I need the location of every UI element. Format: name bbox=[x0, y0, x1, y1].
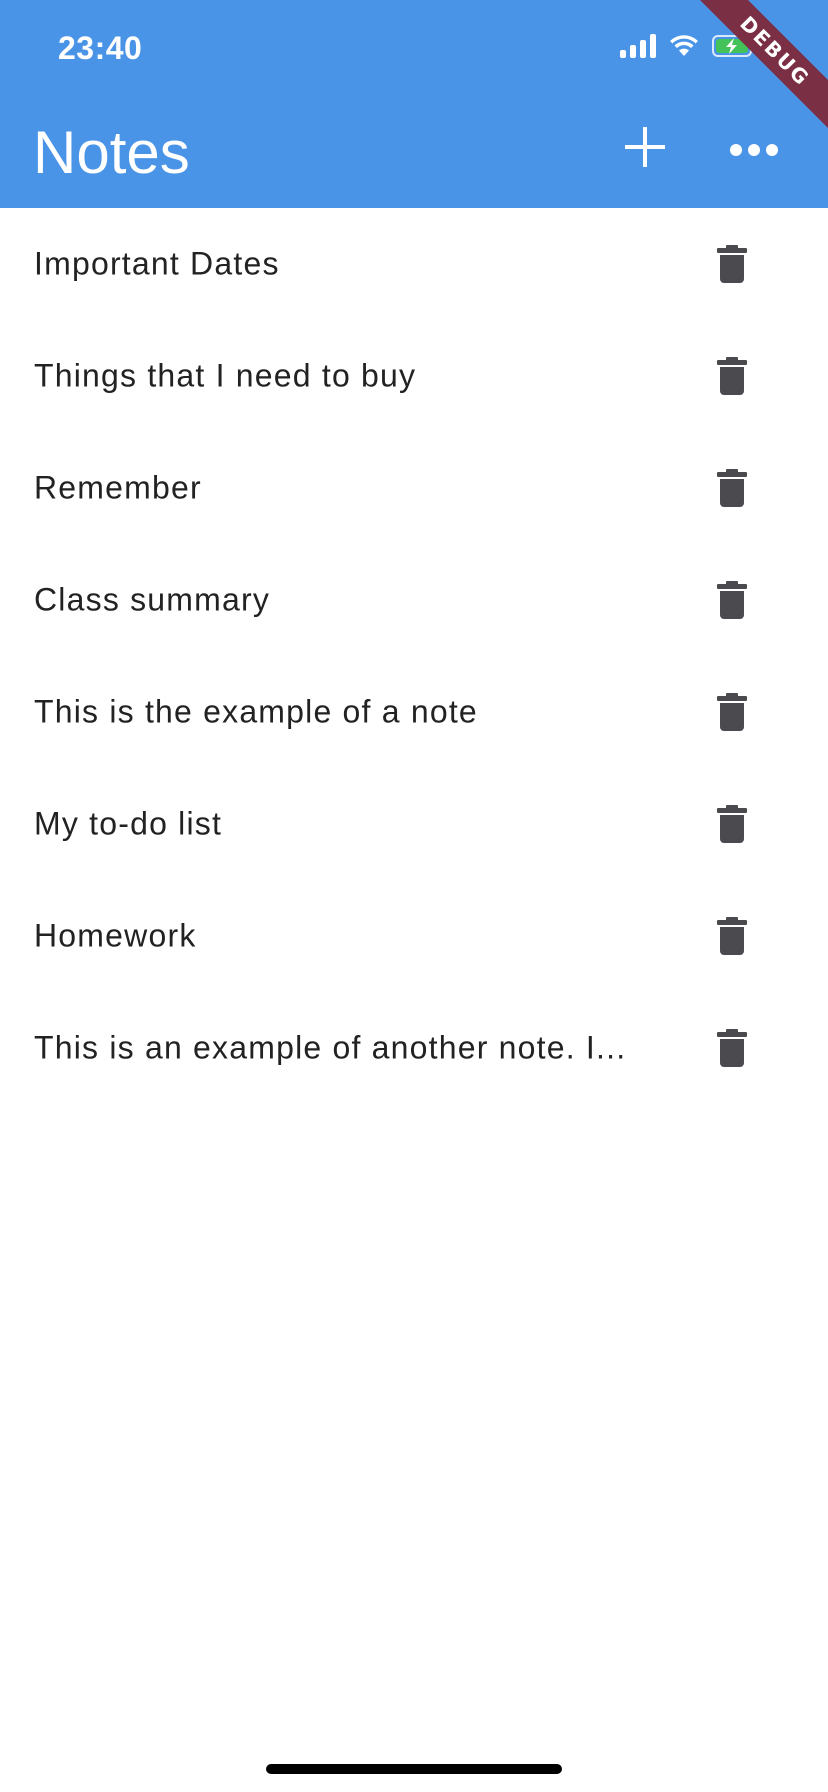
note-item[interactable]: My to-do list bbox=[0, 768, 828, 880]
delete-note-button[interactable] bbox=[708, 236, 756, 292]
trash-icon bbox=[717, 693, 747, 731]
notes-screen: 23:40 DEBUG Notes Important Dates Things… bbox=[0, 0, 828, 1792]
status-time: 23:40 bbox=[58, 30, 143, 66]
trash-icon bbox=[717, 1029, 747, 1067]
note-title: Homework bbox=[34, 917, 197, 954]
add-note-button[interactable] bbox=[618, 122, 672, 176]
trash-icon bbox=[717, 357, 747, 395]
note-title: This is the example of a note bbox=[34, 693, 478, 730]
note-item[interactable]: Remember bbox=[0, 432, 828, 544]
wifi-icon bbox=[668, 34, 700, 58]
note-title: This is an example of another note. I... bbox=[34, 1029, 627, 1066]
note-title: Things that I need to buy bbox=[34, 357, 417, 394]
add-icon bbox=[623, 125, 667, 174]
delete-note-button[interactable] bbox=[708, 684, 756, 740]
note-item[interactable]: Class summary bbox=[0, 544, 828, 656]
note-item[interactable]: This is an example of another note. I... bbox=[0, 992, 828, 1104]
note-item[interactable]: Homework bbox=[0, 880, 828, 992]
trash-icon bbox=[717, 245, 747, 283]
trash-icon bbox=[717, 917, 747, 955]
notes-list: Important Dates Things that I need to bu… bbox=[0, 208, 828, 1104]
note-title: My to-do list bbox=[34, 805, 223, 842]
delete-note-button[interactable] bbox=[708, 796, 756, 852]
note-item[interactable]: This is the example of a note bbox=[0, 656, 828, 768]
delete-note-button[interactable] bbox=[708, 908, 756, 964]
delete-note-button[interactable] bbox=[708, 460, 756, 516]
note-title: Important Dates bbox=[34, 245, 280, 282]
delete-note-button[interactable] bbox=[708, 572, 756, 628]
page-title: Notes bbox=[33, 119, 190, 186]
app-bar: 23:40 DEBUG Notes bbox=[0, 0, 828, 208]
note-title: Class summary bbox=[34, 581, 271, 618]
note-title: Remember bbox=[34, 469, 202, 506]
home-indicator[interactable] bbox=[266, 1764, 562, 1774]
trash-icon bbox=[717, 805, 747, 843]
trash-icon bbox=[717, 581, 747, 619]
note-item[interactable]: Important Dates bbox=[0, 208, 828, 320]
signal-icon bbox=[620, 34, 656, 58]
delete-note-button[interactable] bbox=[708, 1020, 756, 1076]
trash-icon bbox=[717, 469, 747, 507]
more-icon bbox=[729, 143, 779, 162]
debug-banner: DEBUG bbox=[688, 0, 828, 138]
note-item[interactable]: Things that I need to buy bbox=[0, 320, 828, 432]
delete-note-button[interactable] bbox=[708, 348, 756, 404]
more-options-button[interactable] bbox=[724, 128, 784, 176]
